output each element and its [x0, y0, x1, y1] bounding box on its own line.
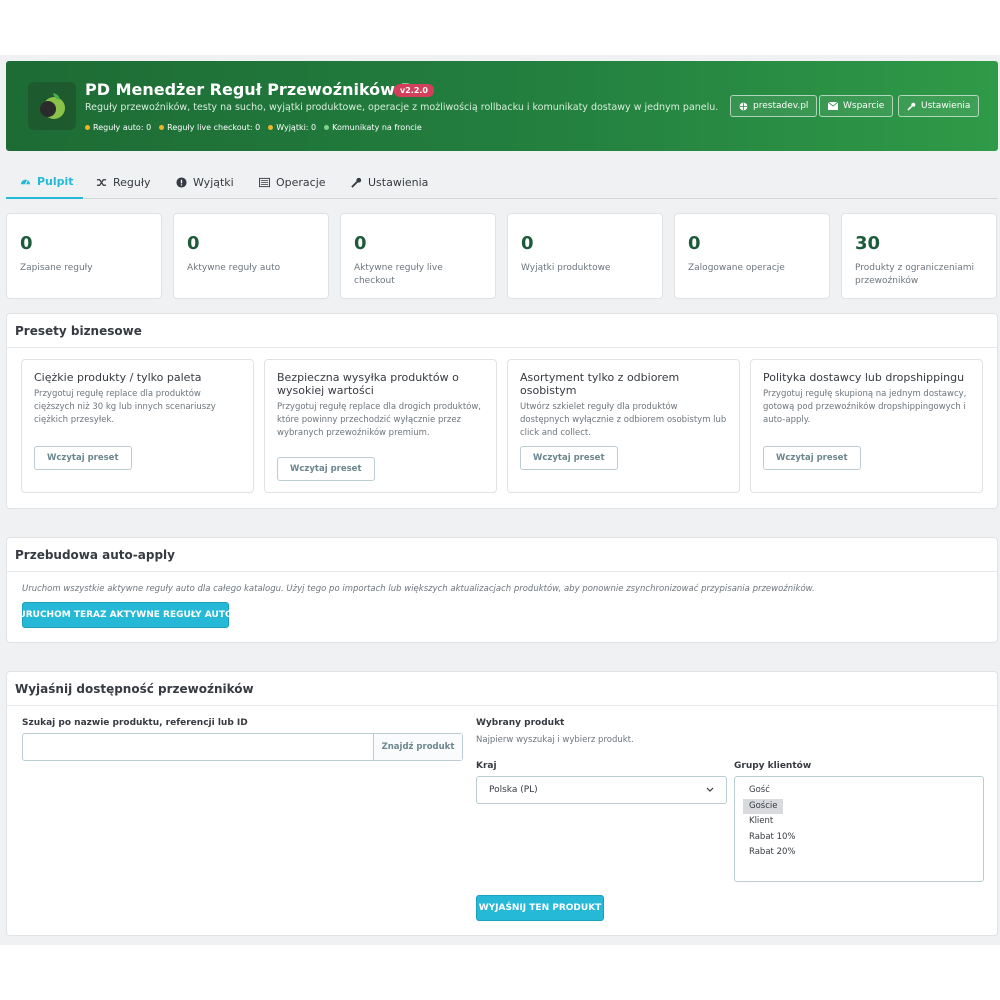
- stat-live-checkout: Reguły live checkout: 0: [159, 123, 260, 132]
- stat-card-operations: 0 Zalogowane operacje: [674, 213, 830, 299]
- explain-panel: Wyjaśnij dostępność przewoźników Szukaj …: [6, 671, 998, 936]
- stat-label: Wyjątki produktowe: [521, 263, 611, 273]
- preset-title: Bezpieczna wysyłka produktów o wysokiej …: [277, 371, 459, 397]
- rebuild-panel: Przebudowa auto-apply Uruchom wszystkie …: [6, 537, 998, 643]
- module-header: PD Menedżer Reguł Przewoźników Pro v2.2.…: [6, 61, 998, 151]
- load-preset-button[interactable]: Wczytaj preset: [763, 446, 861, 470]
- prestadev-link-button[interactable]: prestadev.pl: [730, 95, 818, 117]
- search-input[interactable]: [23, 734, 373, 760]
- group-option[interactable]: Klient: [743, 814, 975, 830]
- group-option[interactable]: Gość: [743, 783, 975, 799]
- support-button[interactable]: Wsparcie: [819, 95, 894, 117]
- stat-exceptions: Wyjątki: 0: [268, 123, 316, 132]
- search-label: Szukaj po nazwie produktu, referencji lu…: [22, 718, 248, 728]
- preset-card: Ciężkie produkty / tylko paleta Przygotu…: [21, 359, 254, 493]
- shuffle-icon: [96, 179, 107, 186]
- module-subtitle: Reguły przewoźników, testy na sucho, wyj…: [85, 102, 719, 113]
- list-icon: [259, 177, 270, 188]
- preset-desc: Przygotuj regułę replace dla produktów c…: [34, 389, 216, 425]
- group-option[interactable]: Rabat 10%: [743, 830, 975, 846]
- chevron-down-icon: [706, 787, 714, 792]
- stat-value: 0: [521, 233, 534, 254]
- info-circle-icon: [176, 177, 187, 188]
- presets-panel: Presety biznesowe Ciężkie produkty / tyl…: [6, 313, 998, 509]
- customer-groups-multiselect[interactable]: Gość Goście Klient Rabat 10% Rabat 20%: [734, 776, 984, 882]
- stat-card-exceptions: 0 Wyjątki produktowe: [507, 213, 663, 299]
- country-select[interactable]: Polska (PL): [476, 776, 727, 804]
- module-logo: [28, 82, 76, 130]
- find-product-button[interactable]: Znajdź produkt: [373, 734, 462, 760]
- load-preset-button[interactable]: Wczytaj preset: [277, 457, 375, 481]
- group-option-selected[interactable]: Goście: [743, 798, 784, 814]
- stat-value: 0: [187, 233, 200, 254]
- explain-product-button[interactable]: WYJAŚNIJ TEN PRODUKT: [476, 895, 604, 921]
- module-title: PD Menedżer Reguł Przewoźników Pro: [85, 80, 432, 99]
- tab-ustawienia[interactable]: Ustawienia: [351, 166, 428, 199]
- envelope-icon: [828, 102, 838, 110]
- stat-card-active-live: 0 Aktywne reguły live checkout: [340, 213, 496, 299]
- stat-value: 0: [20, 233, 33, 254]
- run-auto-rules-button[interactable]: URUCHOM TERAZ AKTYWNE REGUŁY AUTO: [18, 602, 233, 628]
- stat-value: 0: [354, 233, 367, 254]
- stat-card-restricted-products: 30 Produkty z ograniczeniami przewoźnikó…: [841, 213, 997, 299]
- preset-card: Asortyment tylko z odbiorem osobistym Ut…: [507, 359, 740, 493]
- wrench-icon: [351, 177, 362, 188]
- stat-card-active-auto: 0 Aktywne reguły auto: [173, 213, 329, 299]
- load-preset-button[interactable]: Wczytaj preset: [34, 446, 132, 470]
- customer-groups-label: Grupy klientów: [734, 761, 812, 771]
- preset-title: Polityka dostawcy lub dropshippingu: [763, 371, 965, 384]
- stat-label: Aktywne reguły live checkout: [354, 263, 443, 286]
- preset-title: Ciężkie produkty / tylko paleta: [34, 371, 202, 384]
- selected-product-label: Wybrany produkt: [476, 718, 565, 728]
- group-option[interactable]: Rabat 20%: [743, 845, 975, 861]
- rebuild-description: Uruchom wszystkie aktywne reguły auto dl…: [22, 584, 815, 594]
- preset-desc: Przygotuj regułę skupioną na jednym dost…: [763, 389, 967, 425]
- tab-wyjatki[interactable]: Wyjątki: [176, 166, 234, 199]
- selected-product-hint: Najpierw wyszukaj i wybierz produkt.: [476, 735, 634, 745]
- panel-title: Presety biznesowe: [7, 314, 997, 348]
- stat-label: Aktywne reguły auto: [187, 263, 281, 273]
- globe-icon: [739, 102, 748, 110]
- main-tabs: Pulpit Reguły Wyjątki Operacje Ustawieni…: [6, 166, 998, 199]
- tab-operacje[interactable]: Operacje: [259, 166, 326, 199]
- settings-header-button[interactable]: Ustawienia: [898, 95, 980, 117]
- version-badge: v2.2.0: [394, 84, 434, 97]
- stat-value: 30: [855, 233, 881, 254]
- stat-value: 0: [688, 233, 701, 254]
- country-select-value: Polska (PL): [489, 785, 538, 795]
- stat-card-saved-rules: 0 Zapisane reguły: [6, 213, 162, 299]
- stat-label: Zalogowane operacje: [688, 263, 785, 273]
- tab-reguly[interactable]: Reguły: [96, 166, 151, 199]
- stat-label: Produkty z ograniczeniami przewoźników: [855, 263, 975, 286]
- stat-auto-rules: Reguły auto: 0: [85, 123, 151, 132]
- panel-title: Przebudowa auto-apply: [7, 538, 997, 572]
- header-stats: Reguły auto: 0 Reguły live checkout: 0 W…: [85, 123, 422, 132]
- preset-desc: Utwórz szkielet reguły dla produktów dos…: [520, 402, 727, 438]
- stat-label: Zapisane reguły: [20, 263, 93, 273]
- stat-front-messages: Komunikaty na froncie: [324, 123, 422, 132]
- panel-title: Wyjaśnij dostępność przewoźników: [7, 672, 997, 706]
- dashboard-icon: [20, 179, 31, 185]
- preset-title: Asortyment tylko z odbiorem osobistym: [520, 371, 680, 397]
- load-preset-button[interactable]: Wczytaj preset: [520, 446, 618, 470]
- preset-card: Polityka dostawcy lub dropshippingu Przy…: [750, 359, 983, 493]
- tab-pulpit[interactable]: Pulpit: [6, 166, 83, 199]
- wrench-icon: [907, 102, 916, 111]
- preset-desc: Przygotuj regułę replace dla drogich pro…: [277, 402, 482, 438]
- preset-card: Bezpieczna wysyłka produktów o wysokiej …: [264, 359, 497, 493]
- country-label: Kraj: [476, 761, 497, 771]
- search-group: Znajdź produkt: [22, 733, 463, 761]
